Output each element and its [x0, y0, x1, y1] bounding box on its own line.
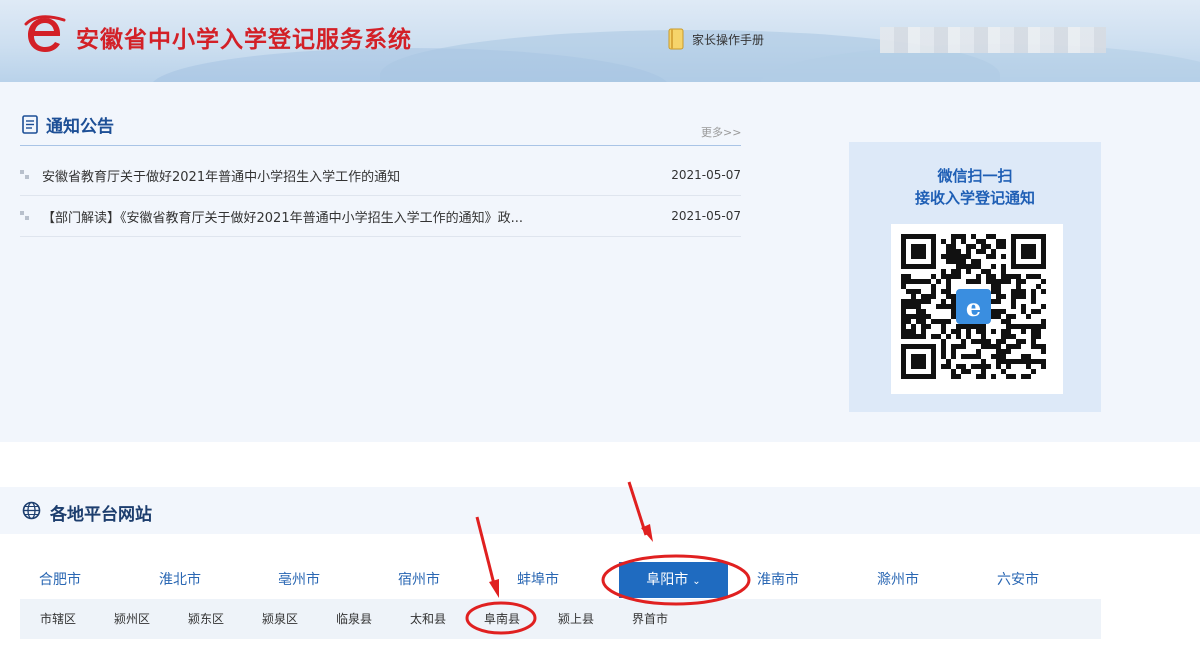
city-tab[interactable]: 淮南市	[757, 562, 799, 598]
user-info-blurred	[880, 27, 1106, 53]
county-list: 市辖区 颍州区 颍东区 颍泉区 临泉县 太和县 阜南县 颍上县 界首市	[20, 599, 1101, 639]
notice-item-date: 2021-05-07	[671, 209, 741, 223]
city-tab[interactable]: 六安市	[997, 562, 1039, 598]
notice-item[interactable]: 安徽省教育厅关于做好2021年普通中小学招生入学工作的通知 2021-05-07	[20, 155, 741, 196]
platform-heading-bar: 各地平台网站	[0, 487, 1200, 534]
county-link[interactable]: 阜南县	[484, 599, 520, 639]
notice-item[interactable]: 【部门解读】《安徽省教育厅关于做好2021年普通中小学招生入学工作的通知》政..…	[20, 196, 741, 237]
county-link[interactable]: 颍上县	[558, 599, 594, 639]
parent-manual-link[interactable]: 家长操作手册	[668, 28, 764, 50]
city-tab[interactable]: 滁州市	[877, 562, 919, 598]
qr-title-line2: 接收入学登记通知	[914, 189, 1035, 207]
county-link[interactable]: 市辖区	[40, 599, 76, 639]
county-link[interactable]: 颍泉区	[262, 599, 298, 639]
globe-icon	[22, 501, 41, 520]
county-link[interactable]: 临泉县	[336, 599, 372, 639]
qr-title-line1: 微信扫一扫	[937, 167, 1013, 185]
city-tab-label: 阜阳市	[646, 572, 689, 588]
county-link[interactable]: 太和县	[410, 599, 446, 639]
square-bullet-icon	[20, 211, 29, 220]
site-title[interactable]: 安徽省中小学入学登记服务系统	[76, 20, 412, 54]
city-tab-active[interactable]: 阜阳市 ⌄	[619, 562, 728, 598]
city-tab[interactable]: 宿州市	[398, 562, 440, 598]
divider	[20, 145, 741, 146]
city-tab[interactable]: 淮北市	[159, 562, 201, 598]
book-icon	[668, 28, 684, 50]
svg-text:e: e	[966, 293, 981, 322]
notice-item-title[interactable]: 安徽省教育厅关于做好2021年普通中小学招生入学工作的通知	[42, 166, 741, 185]
more-link[interactable]: 更多>>	[701, 124, 741, 140]
notice-list: 安徽省教育厅关于做好2021年普通中小学招生入学工作的通知 2021-05-07…	[20, 155, 741, 237]
qr-code-box: e	[891, 224, 1063, 394]
city-tab[interactable]: 合肥市	[39, 562, 81, 598]
notice-heading-text: 通知公告	[46, 117, 114, 137]
e-logo-icon[interactable]	[24, 14, 66, 56]
wechat-qr-panel: 微信扫一扫 接收入学登记通知 e	[849, 142, 1101, 412]
site-header: 安徽省中小学入学登记服务系统 家长操作手册	[0, 0, 1200, 82]
square-bullet-icon	[20, 170, 29, 179]
chevron-down-icon: ⌄	[692, 576, 701, 587]
parent-manual-label: 家长操作手册	[692, 32, 765, 47]
qr-title: 微信扫一扫 接收入学登记通知	[849, 165, 1101, 209]
notice-section: 通知公告 更多>> 安徽省教育厅关于做好2021年普通中小学招生入学工作的通知 …	[0, 82, 1200, 442]
platform-heading-text: 各地平台网站	[50, 505, 152, 525]
county-link[interactable]: 界首市	[632, 599, 668, 639]
county-link[interactable]: 颍州区	[114, 599, 150, 639]
notice-item-title[interactable]: 【部门解读】《安徽省教育厅关于做好2021年普通中小学招生入学工作的通知》政..…	[42, 207, 741, 226]
qr-code-icon: e	[901, 234, 1046, 379]
city-tab[interactable]: 亳州市	[278, 562, 320, 598]
city-tabs: 合肥市 淮北市 亳州市 宿州市 蚌埠市 阜阳市 ⌄ 淮南市 滁州市 六安市	[20, 562, 1110, 598]
city-tab[interactable]: 蚌埠市	[517, 562, 559, 598]
document-icon	[22, 115, 38, 134]
notice-heading: 通知公告	[22, 112, 114, 137]
notice-item-date: 2021-05-07	[671, 168, 741, 182]
county-link[interactable]: 颍东区	[188, 599, 224, 639]
